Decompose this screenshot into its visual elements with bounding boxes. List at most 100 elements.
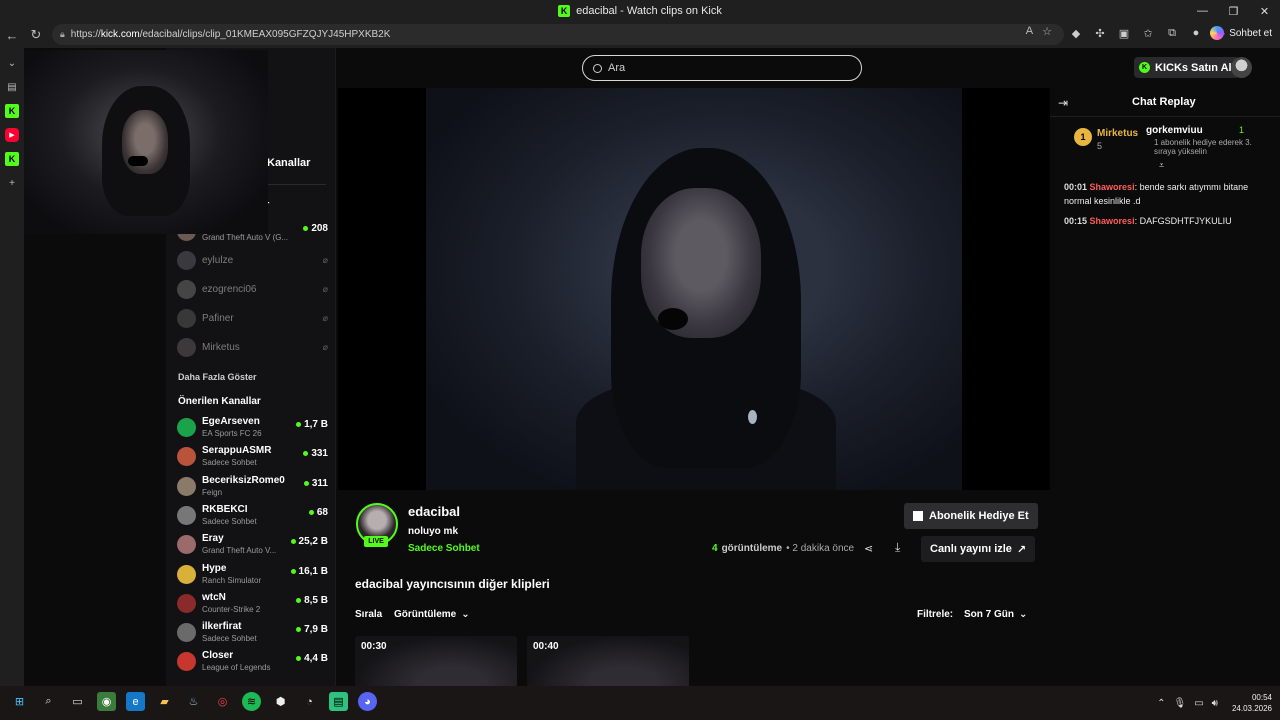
channel-category: Grand Theft Auto V (G... [202,233,289,242]
kicks-coin-icon: K [1139,62,1150,73]
app-icon[interactable]: ◔ [300,692,319,711]
user-avatar[interactable] [1231,57,1252,78]
viewer-count: 16,1 B [290,566,328,577]
filter-dropdown[interactable]: Son 7 Gün ⌄ [964,609,1027,620]
recommended-channel[interactable]: ilkerfirat Sadece Sohbet 7,9 B [177,619,328,647]
recommended-channel[interactable]: RKBEKCI Sadece Sohbet 68 [177,502,328,530]
channel-name: eylulze [202,255,234,266]
windows-start-icon[interactable]: ⊞ [10,692,29,711]
collapse-chat-icon[interactable]: ⇥ [1058,96,1068,110]
spotify-icon[interactable]: ≋ [242,692,261,711]
add-tab-icon[interactable]: + [5,176,19,190]
back-icon[interactable]: ← [0,23,24,47]
channel-avatar [177,593,196,613]
channel-name: EgeArseven [202,416,260,427]
gift-sub-button[interactable]: Abonelik Hediye Et [904,503,1038,529]
show-more-link[interactable]: Daha Fazla Göster [178,372,257,382]
epic-icon[interactable]: ⬢ [271,692,290,711]
address-bar[interactable]: 🔒︎ https://kick.com/edacibal/clips/clip_… [52,24,1064,45]
buy-kicks-button[interactable]: K KICKs Satın Al [1134,57,1239,78]
clip-views: 4 görüntüleme • 2 dakika önce [712,543,854,554]
read-aloud-icon[interactable]: A [1026,25,1033,38]
followed-channel[interactable]: Mirketus ⌀ [177,334,328,362]
clip-thumbnail[interactable]: 00:30 [355,636,517,686]
puzzle-icon[interactable]: ✣ [1092,25,1108,41]
message-user[interactable]: Shaworesi [1090,216,1135,226]
sort-value: Görüntüleme [394,609,457,620]
profile-icon[interactable]: ● [1188,25,1204,41]
microphone-icon[interactable]: 🎙︎ [1173,698,1186,709]
watch-live-button[interactable]: Canlı yayını izle ↗ [921,536,1036,562]
recommended-channel[interactable]: BeceriksizRome0 Feign 311 [177,473,328,501]
channel-category: League of Legends [202,663,271,673]
kick-tab-icon-2[interactable]: K [5,152,19,166]
collections-icon[interactable]: ⧉ [1164,25,1180,41]
recommended-channel[interactable]: SerappuASMR Sadece Sohbet 331 [177,443,328,471]
live-dot-icon [296,422,302,427]
external-link-icon: ↗ [1016,543,1027,556]
favorites-icon[interactable]: ✩ [1140,25,1156,41]
search-icon[interactable]: ⌕ [39,692,58,711]
channel-category: Counter-Strike 2 [202,604,261,614]
steam-icon[interactable]: ♨ [184,692,203,711]
kick-tab-icon[interactable]: K [5,104,19,118]
channel-avatar [177,476,196,496]
chrome-icon[interactable]: ◉ [97,692,116,711]
discord-icon[interactable]: ◕ [358,692,377,711]
restore-icon[interactable]: ❐ [1218,0,1249,22]
followed-channel[interactable]: ezogrenci06 ⌀ [177,276,328,304]
favorite-star-icon[interactable]: ☆ [1042,25,1052,38]
edge-icon[interactable]: e [126,692,145,711]
recommended-channel[interactable]: Eray Grand Theft Auto V... 25,2 B [177,531,328,559]
clip-video-player[interactable] [338,88,1050,490]
clip-thumbnail[interactable]: 00:40 [527,636,689,686]
tab-icon[interactable]: ▤ [5,80,19,94]
leaderboard-user[interactable]: Mirketus [1097,128,1138,139]
gift-prompt: 1 abonelik hediye ederek 3. sıraya yükse… [1154,138,1252,156]
recommended-channel[interactable]: Hype Ranch Simulator 16,1 B [177,561,328,589]
window-title: K edacibal - Watch clips on Kick [558,5,722,17]
clip-duration: 00:30 [361,641,387,652]
youtube-tab-icon[interactable]: ▶ [5,128,19,142]
streamer-name[interactable]: edacibal [408,504,460,519]
gifter-name[interactable]: gorkemviuu [1146,125,1203,136]
split-screen-icon[interactable]: ▣ [1116,25,1132,41]
clip-category[interactable]: Sadece Sohbet [408,543,480,554]
recommended-channel[interactable]: Closer League of Legends 4,4 B [177,648,328,676]
recommended-heading: Önerilen Kanallar [178,396,261,407]
live-dot-icon [290,568,296,574]
viewer-count: 8,5 B [296,595,328,606]
file-explorer-icon[interactable]: ▰ [155,692,174,711]
minimize-icon[interactable]: — [1187,0,1218,22]
clock-time: 00:54 [1251,693,1272,702]
message-user[interactable]: Shaworesi [1090,182,1135,192]
chrome-alt-icon[interactable]: ◎ [213,692,232,711]
recommended-channel[interactable]: EgeArseven EA Sports FC 26 1,7 B [177,414,328,442]
offline-icon: ⌀ [322,342,328,352]
volume-icon[interactable]: 🔊︎ [1212,698,1218,709]
network-icon[interactable]: ▭ [1194,698,1203,709]
chevron-up-icon[interactable]: ⌃ [1157,698,1165,709]
channel-avatar [177,535,196,555]
channel-category: Grand Theft Auto V... [202,546,277,556]
recommended-channel[interactable]: wtcN Counter-Strike 2 8,5 B [177,590,328,618]
sort-dropdown[interactable]: Görüntüleme ⌄ [394,609,470,620]
share-icon[interactable]: ⋖ [864,542,873,555]
app-green-icon[interactable]: ▤ [329,692,348,711]
chevron-down-icon[interactable]: ⌄ [5,56,19,70]
search-input[interactable]: Ara [582,55,862,81]
close-icon[interactable]: ✕ [1249,0,1280,22]
followed-channel[interactable]: eylulze ⌀ [177,247,328,275]
live-dot-icon [303,226,309,231]
copilot-button[interactable]: Sohbet et [1210,26,1272,40]
followed-channel[interactable]: Pafiner ⌀ [177,305,328,333]
viewer-count-value: 4,4 B [304,653,328,665]
views-count: 4 [712,543,718,554]
refresh-icon[interactable]: ↻ [24,23,48,47]
extension-icon[interactable]: ◆ [1068,25,1084,41]
download-icon[interactable]: ⤓ [895,540,900,555]
expand-leaderboard-icon[interactable]: ⩡ [1159,160,1164,171]
pip-video[interactable] [24,50,268,234]
clock[interactable]: 00:54 24.03.2026 [1232,692,1272,714]
task-view-icon[interactable]: ▭ [68,692,87,711]
